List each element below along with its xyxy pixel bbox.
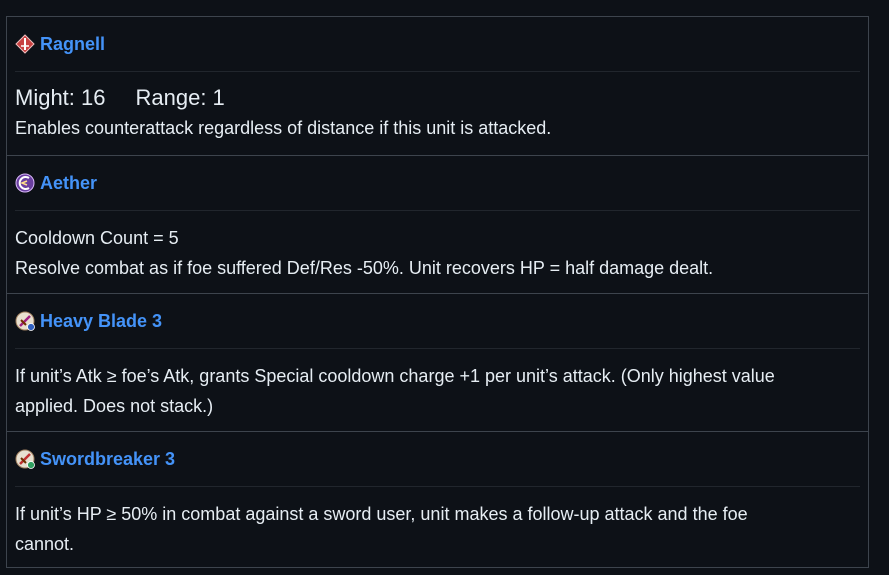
special-icon [15, 173, 35, 193]
skill-description: Resolve combat as if foe suffered Def/Re… [15, 258, 714, 278]
skill-header: Swordbreaker 3 [15, 432, 860, 487]
skill-description-line: If unit’s HP ≥ 50% in combat against a s… [15, 504, 748, 524]
weapon-stats: Might: 16 Range: 1 [15, 83, 860, 113]
skill-row-ragnell: Ragnell Might: 16 Range: 1 Enables counte… [7, 17, 868, 156]
skill-header: Ragnell [15, 17, 860, 72]
skill-body: If unit’s HP ≥ 50% in combat against a s… [15, 499, 860, 559]
might-value: Might: 16 [15, 85, 106, 110]
skill-description-line: If unit’s Atk ≥ foe’s Atk, grants Specia… [15, 366, 775, 386]
skill-row-swordbreaker-3: Swordbreaker 3 If unit’s HP ≥ 50% in com… [7, 432, 868, 569]
skill-header: Aether [15, 156, 860, 211]
cooldown-count: Cooldown Count = 5 [15, 228, 179, 248]
skill-name-link[interactable]: Ragnell [40, 34, 105, 55]
skill-description: Enables counterattack regardless of dist… [15, 118, 552, 138]
skill-header: Heavy Blade 3 [15, 294, 860, 349]
skill-description-line: applied. Does not stack.) [15, 396, 214, 416]
skill-name-link[interactable]: Swordbreaker 3 [40, 449, 175, 470]
skill-body: If unit’s Atk ≥ foe’s Atk, grants Specia… [15, 361, 860, 421]
range-value: Range: 1 [135, 85, 225, 110]
skill-row-heavy-blade-3: Heavy Blade 3 If unit’s Atk ≥ foe’s Atk,… [7, 294, 868, 432]
skill-description-line: cannot. [15, 534, 75, 554]
skill-row-aether: Aether Cooldown Count = 5 Resolve combat… [7, 156, 868, 294]
passive-b-icon [15, 449, 35, 469]
skill-name-link[interactable]: Heavy Blade 3 [40, 311, 162, 332]
weapon-icon [15, 34, 35, 54]
passive-a-icon [15, 311, 35, 331]
skill-name-link[interactable]: Aether [40, 173, 97, 194]
skills-panel: Ragnell Might: 16 Range: 1 Enables counte… [6, 16, 869, 568]
skill-body: Cooldown Count = 5 Resolve combat as if … [15, 223, 860, 283]
skill-body: Might: 16 Range: 1 Enables counterattack … [15, 83, 860, 143]
